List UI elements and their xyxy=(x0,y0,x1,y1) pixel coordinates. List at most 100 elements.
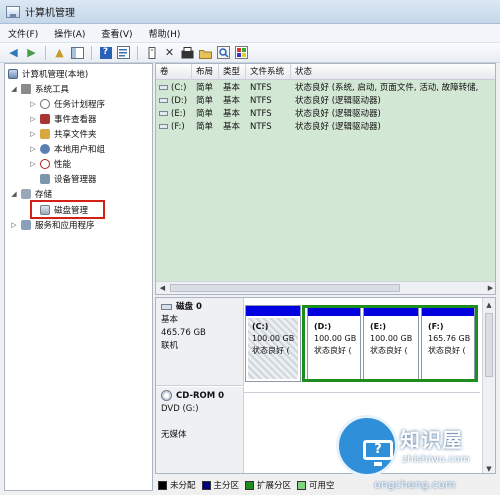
export-list-icon[interactable] xyxy=(234,45,249,60)
toolbar: ◀ ▶ ▲ ? ✕ xyxy=(0,43,500,63)
column-header-filesystem[interactable]: 文件系统 xyxy=(246,64,291,80)
event-viewer-icon xyxy=(40,113,50,124)
expand-chevron-down-icon[interactable]: ◢ xyxy=(10,190,18,198)
console-tree: 计算机管理(本地) ◢ 系统工具 ▷ 任务计划程序 ▷ 事件查看器 ▷ 共享文件… xyxy=(4,63,153,491)
tree-item-device-manager[interactable]: 设备管理器 xyxy=(40,172,97,185)
scroll-thumb[interactable] xyxy=(485,313,493,377)
partition-cap xyxy=(246,306,300,316)
disk-size: 465.76 GB xyxy=(161,328,206,338)
storage-icon xyxy=(21,188,31,199)
status-cell: 状态良好 (逻辑驱动器) xyxy=(295,122,381,132)
menu-view[interactable]: 查看(V) xyxy=(99,26,134,41)
expand-chevron-right-icon[interactable]: ▷ xyxy=(29,160,37,168)
type-cell: 基本 xyxy=(223,122,241,132)
tree-item-label: 事件查看器 xyxy=(54,114,97,125)
partition-c[interactable]: (C:) 100.00 GB 状态良好 ( xyxy=(245,305,301,382)
cdrom-state: 无媒体 xyxy=(161,430,187,440)
expand-chevron-right-icon[interactable]: ▷ xyxy=(29,130,37,138)
monitor-icon: ? xyxy=(363,440,393,460)
tree-item-root[interactable]: 计算机管理(本地) xyxy=(8,67,88,80)
fs-cell: NTFS xyxy=(250,109,272,119)
toolbar-separator xyxy=(91,45,92,60)
open-folder-icon[interactable] xyxy=(198,45,213,60)
scroll-right-icon[interactable]: ▶ xyxy=(484,282,495,294)
tree-item-performance[interactable]: ▷ 性能 xyxy=(29,157,71,170)
disk-0-label[interactable]: 磁盘 0 基本 465.76 GB 联机 xyxy=(156,298,244,386)
disk-name: 磁盘 0 xyxy=(176,302,202,312)
watermark-url: zhishiwu.com xyxy=(402,454,470,465)
menu-help[interactable]: 帮助(H) xyxy=(147,26,183,41)
layout-cell: 简单 xyxy=(196,109,214,119)
fs-cell: NTFS xyxy=(250,122,272,132)
tree-item-services[interactable]: ▷ 服务和应用程序 xyxy=(10,218,95,231)
menu-file[interactable]: 文件(F) xyxy=(6,26,40,41)
drive-icon xyxy=(159,85,168,90)
delete-icon[interactable]: ✕ xyxy=(162,45,177,60)
table-row[interactable]: (C:) 简单 基本 NTFS 状态良好 (系统, 启动, 页面文件, 活动, … xyxy=(156,82,495,95)
partition-size: 100.00 GB xyxy=(252,334,295,343)
layout-cell: 简单 xyxy=(196,122,214,132)
volume-cell: (D:) xyxy=(159,95,192,108)
drive-icon xyxy=(159,111,168,116)
scroll-up-icon[interactable]: ▲ xyxy=(483,298,495,311)
tree-item-storage[interactable]: ◢ 存储 xyxy=(10,187,52,200)
menu-action[interactable]: 操作(A) xyxy=(52,26,87,41)
watermark-logo-icon: ? xyxy=(336,415,398,477)
title-bar: 计算机管理 xyxy=(0,0,500,24)
expand-chevron-right-icon[interactable]: ▷ xyxy=(10,221,18,229)
volume-list-header: 卷 布局 类型 文件系统 状态 xyxy=(156,64,495,80)
help-icon[interactable]: ? xyxy=(98,45,113,60)
fs-cell: NTFS xyxy=(250,83,272,93)
type-cell: 基本 xyxy=(223,109,241,119)
watermark: ? 知识屋 zhishiwu.com ongcheng.com xyxy=(328,412,500,495)
column-header-volume[interactable]: 卷 xyxy=(156,64,192,80)
legend-item: 扩展分区 xyxy=(245,479,291,491)
cdrom-name: CD-ROM 0 xyxy=(176,391,225,401)
status-cell: 状态良好 (系统, 启动, 页面文件, 活动, 故障转储, xyxy=(295,83,479,93)
column-header-status[interactable]: 状态 xyxy=(291,64,495,80)
expand-chevron-right-icon[interactable]: ▷ xyxy=(29,115,37,123)
back-arrow-icon[interactable]: ◀ xyxy=(6,45,21,60)
partition-name: (C:) xyxy=(252,322,269,331)
forward-arrow-icon[interactable]: ▶ xyxy=(24,45,39,60)
volume-list: 卷 布局 类型 文件系统 状态 (C:) 简单 基本 NTFS 状态良好 (系统… xyxy=(155,63,496,295)
search-icon[interactable] xyxy=(216,45,231,60)
swatch-free xyxy=(297,480,307,490)
scroll-thumb[interactable] xyxy=(170,284,400,292)
tree-item-local-users[interactable]: ▷ 本地用户和组 xyxy=(29,142,105,155)
tree-item-shared-folders[interactable]: ▷ 共享文件夹 xyxy=(29,127,97,140)
watermark-brand: 知识屋 xyxy=(400,428,463,452)
properties-icon[interactable] xyxy=(116,45,131,60)
disk-icon xyxy=(161,303,172,310)
scroll-left-icon[interactable]: ◀ xyxy=(156,282,169,294)
tree-item-label: 系统工具 xyxy=(35,84,70,95)
show-hide-tree-icon[interactable] xyxy=(70,45,85,60)
connect-icon[interactable] xyxy=(144,45,159,60)
device-manager-icon xyxy=(40,173,50,184)
toolbar-separator xyxy=(137,45,138,60)
users-icon xyxy=(40,143,50,154)
layout-cell: 简单 xyxy=(196,96,214,106)
horizontal-scrollbar[interactable]: ◀ ▶ xyxy=(156,281,495,294)
expand-chevron-right-icon[interactable]: ▷ xyxy=(29,145,37,153)
new-icon[interactable] xyxy=(180,45,195,60)
table-row[interactable]: (D:) 简单 基本 NTFS 状态良好 (逻辑驱动器) xyxy=(156,95,495,108)
performance-icon xyxy=(40,158,50,169)
fs-cell: NTFS xyxy=(250,96,272,106)
tree-item-label: 服务和应用程序 xyxy=(35,220,95,231)
column-header-layout[interactable]: 布局 xyxy=(192,64,219,80)
expand-chevron-down-icon[interactable]: ◢ xyxy=(10,85,18,93)
tree-item-event-viewer[interactable]: ▷ 事件查看器 xyxy=(29,112,97,125)
up-folder-icon[interactable]: ▲ xyxy=(52,45,67,60)
table-row[interactable]: (E:) 简单 基本 NTFS 状态良好 (逻辑驱动器) xyxy=(156,108,495,121)
tree-item-system-tools[interactable]: ◢ 系统工具 xyxy=(10,82,69,95)
column-header-type[interactable]: 类型 xyxy=(219,64,246,80)
extended-partition-border xyxy=(302,305,478,382)
table-row[interactable]: (F:) 简单 基本 NTFS 状态良好 (逻辑驱动器) xyxy=(156,121,495,134)
cdrom-0-label[interactable]: CD-ROM 0 DVD (G:) 无媒体 xyxy=(156,387,244,473)
volume-cell: (F:) xyxy=(159,121,192,134)
expand-chevron-right-icon[interactable]: ▷ xyxy=(29,100,37,108)
services-icon xyxy=(21,219,31,230)
type-cell: 基本 xyxy=(223,83,241,93)
tree-item-task-scheduler[interactable]: ▷ 任务计划程序 xyxy=(29,97,105,110)
